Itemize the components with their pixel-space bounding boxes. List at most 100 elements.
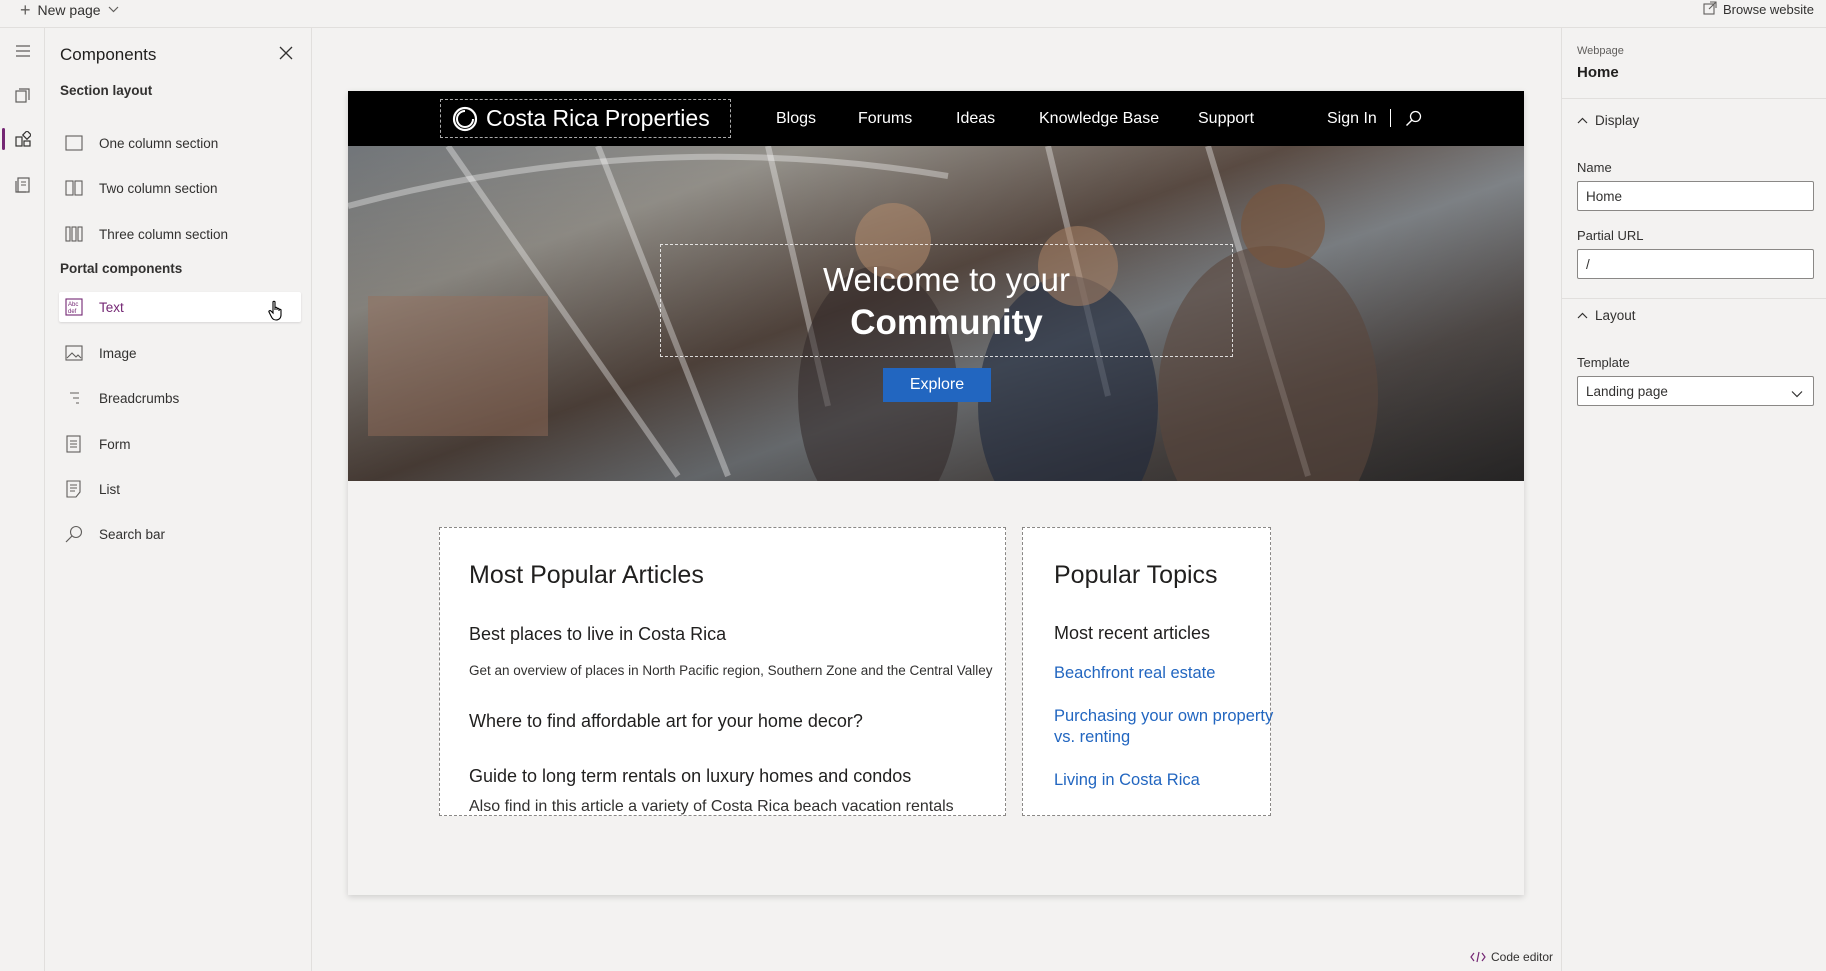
chevron-down-icon <box>1791 386 1803 401</box>
component-label: One column section <box>99 135 219 151</box>
search-icon <box>59 519 89 549</box>
topics-subtitle: Most recent articles <box>1054 623 1211 643</box>
two-column-section-item[interactable]: Two column section <box>59 173 301 203</box>
display-group-label: Display <box>1595 113 1640 128</box>
logo-icon <box>452 106 478 131</box>
search-icon <box>1406 110 1422 126</box>
name-field-label: Name <box>1577 160 1612 175</box>
display-group-toggle[interactable]: Display <box>1577 113 1639 128</box>
pages-icon <box>14 88 30 103</box>
browse-website-button[interactable]: Browse website <box>1703 0 1814 18</box>
search-bar-component-item[interactable]: Search bar <box>59 519 301 549</box>
left-rail <box>0 28 45 971</box>
form-component-item[interactable]: Form <box>59 429 301 459</box>
template-value: Landing page <box>1586 383 1668 399</box>
topic-link[interactable]: Living in Costa Rica <box>1054 770 1284 791</box>
breadcrumbs-icon <box>59 383 89 413</box>
text-component-item[interactable]: Abc def Text <box>59 292 301 322</box>
one-column-icon <box>59 128 89 158</box>
three-column-icon <box>59 219 89 249</box>
chevron-down-icon <box>108 4 119 16</box>
component-label: Breadcrumbs <box>99 390 180 406</box>
components-icon <box>14 131 31 147</box>
most-popular-articles-section[interactable]: Most Popular Articles Best places to liv… <box>439 527 1006 816</box>
section-layout-heading: Section layout <box>60 83 153 98</box>
close-icon <box>279 46 293 60</box>
design-canvas: Costa Rica Properties Blogs Forums Ideas… <box>312 28 1561 971</box>
pages-button[interactable] <box>0 79 45 113</box>
partial-url-label: Partial URL <box>1577 228 1644 243</box>
templates-icon <box>14 177 30 193</box>
nav-link-forums[interactable]: Forums <box>858 91 912 146</box>
element-name: Home <box>1577 64 1619 81</box>
chevron-up-icon <box>1577 312 1588 319</box>
hero-banner: Welcome to your Community Explore <box>348 146 1524 481</box>
components-panel: Components Section layout One column sec… <box>46 28 312 971</box>
components-button[interactable] <box>0 122 45 156</box>
code-icon <box>1470 951 1486 963</box>
image-component-item[interactable]: Image <box>59 338 301 368</box>
topic-link[interactable]: Purchasing your own property vs. renting <box>1054 706 1284 748</box>
article-title[interactable]: Guide to long term rentals on luxury hom… <box>469 766 911 787</box>
one-column-section-item[interactable]: One column section <box>59 128 301 158</box>
portal-components-heading: Portal components <box>60 261 183 276</box>
svg-text:def: def <box>68 309 77 315</box>
article-description: Get an overview of places in North Pacif… <box>469 663 993 678</box>
form-icon <box>59 429 89 459</box>
open-external-icon <box>1703 0 1717 18</box>
hero-text-block[interactable]: Welcome to your Community <box>660 244 1233 357</box>
component-label: List <box>99 481 121 497</box>
layout-group-toggle[interactable]: Layout <box>1577 308 1636 323</box>
sign-in-link[interactable]: Sign In <box>1327 91 1377 146</box>
article-description: Also find in this article a variety of C… <box>469 798 954 815</box>
new-page-button[interactable]: + New page <box>20 0 119 20</box>
component-label: Form <box>99 436 131 452</box>
list-component-item[interactable]: List <box>59 474 301 504</box>
articles-title: Most Popular Articles <box>469 561 704 589</box>
article-title[interactable]: Best places to live in Costa Rica <box>469 624 726 645</box>
close-panel-button[interactable] <box>279 46 295 62</box>
top-bar: + New page Browse website <box>0 0 1826 28</box>
hero-heading-line1: Welcome to your <box>823 261 1070 298</box>
nav-link-knowledge-base[interactable]: Knowledge Base <box>1039 91 1159 146</box>
topic-link[interactable]: Beachfront real estate <box>1054 663 1284 684</box>
article-title[interactable]: Where to find affordable art for your ho… <box>469 711 863 732</box>
name-input[interactable] <box>1577 181 1814 211</box>
three-column-section-item[interactable]: Three column section <box>59 219 301 249</box>
two-column-icon <box>59 173 89 203</box>
chevron-up-icon <box>1577 117 1588 124</box>
component-label: Search bar <box>99 526 166 542</box>
explore-button[interactable]: Explore <box>883 368 991 402</box>
element-type-label: Webpage <box>1577 45 1624 57</box>
site-brand[interactable]: Costa Rica Properties <box>440 99 731 138</box>
template-field-label: Template <box>1577 355 1630 370</box>
component-label: Two column section <box>99 180 218 196</box>
text-icon: Abc def <box>59 292 89 322</box>
site-search-button[interactable] <box>1405 91 1422 146</box>
popular-topics-section[interactable]: Popular Topics Most recent articles Beac… <box>1022 527 1273 816</box>
brand-name: Costa Rica Properties <box>486 105 710 131</box>
page-preview: Costa Rica Properties Blogs Forums Ideas… <box>348 91 1524 895</box>
svg-text:Abc: Abc <box>68 302 78 308</box>
layout-group-label: Layout <box>1595 308 1636 323</box>
component-label: Text <box>99 299 124 315</box>
breadcrumbs-component-item[interactable]: Breadcrumbs <box>59 383 301 413</box>
list-icon <box>59 474 89 504</box>
new-page-label: New page <box>37 2 101 18</box>
menu-icon <box>15 45 30 57</box>
partial-url-input[interactable] <box>1577 249 1814 279</box>
nav-link-blogs[interactable]: Blogs <box>776 91 816 146</box>
component-label: Image <box>99 345 137 361</box>
templates-button[interactable] <box>0 168 45 202</box>
nav-link-support[interactable]: Support <box>1198 91 1254 146</box>
divider <box>1562 298 1826 299</box>
template-select[interactable]: Landing page <box>1577 376 1814 406</box>
nav-link-ideas[interactable]: Ideas <box>956 91 995 146</box>
site-header: Costa Rica Properties Blogs Forums Ideas… <box>348 91 1524 146</box>
code-editor-button[interactable]: Code editor <box>1470 950 1553 964</box>
menu-button[interactable] <box>0 34 45 68</box>
plus-icon: + <box>20 0 31 20</box>
hand-pointer-icon <box>267 300 285 327</box>
image-icon <box>59 338 89 368</box>
components-panel-title: Components <box>60 45 157 64</box>
